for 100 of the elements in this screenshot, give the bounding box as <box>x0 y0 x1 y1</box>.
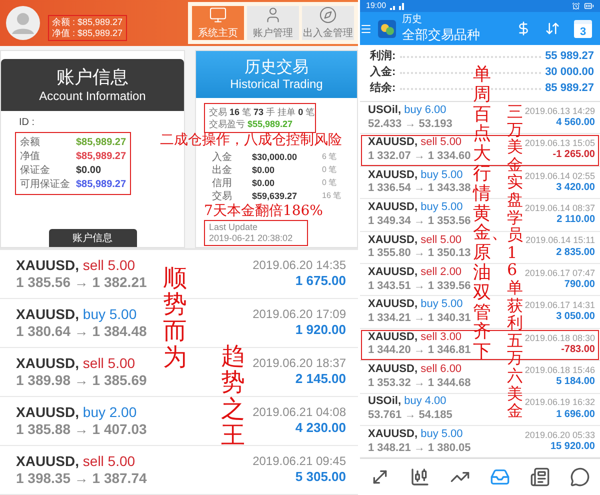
trade-prices: 1 334.21 → 1 340.31 <box>368 312 471 326</box>
trade-prices: 1 355.80 → 1 350.13 <box>368 247 471 261</box>
trade-prices: 1 398.35 → 1 387.74 <box>16 470 147 488</box>
trade-order: XAUUSD, sell 5.00 <box>16 452 136 470</box>
monitor-icon <box>209 6 227 24</box>
trade-prices: 1 389.98 → 1 385.69 <box>16 372 147 390</box>
trade-prices: 1 348.21 → 1 380.05 <box>368 442 471 456</box>
field-label: 保证金 <box>20 164 51 177</box>
trade-time: 2019.06.20 17:09 <box>252 307 346 322</box>
annotation-text: 7天本金翻倍186% <box>204 203 324 220</box>
trade-time: 2019.06.18 15:46 <box>524 364 595 376</box>
app-subtitle: 全部交易品种 <box>402 26 480 43</box>
account-info-button[interactable]: 账户信息 <box>48 229 136 247</box>
summary-value: 30 000.00 <box>545 66 594 80</box>
trade-order: XAUUSD, sell 2.00 <box>368 266 462 280</box>
avatar-icon <box>6 6 40 40</box>
trade-profit: 5 305.00 <box>295 469 346 486</box>
trade-profit: 1 696.00 <box>556 408 595 422</box>
trade-profit: 2 145.00 <box>295 371 346 388</box>
count-text: 0 笔 <box>322 164 338 176</box>
calendar-button[interactable]: 3 <box>574 20 592 38</box>
trade-profit: 4 560.00 <box>556 117 595 130</box>
trade-order: XAUUSD, buy 5.00 <box>368 298 463 312</box>
trade-profit: 2 835.00 <box>556 246 595 260</box>
user-icon <box>264 6 282 24</box>
trade-order: XAUUSD, sell 6.00 <box>368 363 462 377</box>
field-label: 入金 <box>212 151 233 164</box>
trade-time: 2019.06.21 09:45 <box>252 454 346 470</box>
annotation-text: 二成仓操作，八成仓控制风险 <box>160 132 342 149</box>
summary-value: 55 989.27 <box>545 50 594 64</box>
summary-value: 85 989.27 <box>545 82 594 96</box>
panel-subtitle: Account Information <box>39 88 146 103</box>
field-label: 信用 <box>212 177 233 190</box>
field-label: 余额 <box>20 136 41 149</box>
trade-time: 2019.06.14 08:37 <box>524 202 595 214</box>
trade-profit: 3 420.00 <box>556 182 595 194</box>
trade-time: 2019.06.20 14:35 <box>252 258 346 274</box>
trade-prices: 1 336.54 → 1 343.38 <box>368 182 471 196</box>
field-value: $0.00 <box>252 164 276 177</box>
nav-tile[interactable]: 出入金管理 <box>302 6 354 40</box>
field-value: $30,000.00 <box>252 151 298 164</box>
trade-time: 2019.06.13 14:29 <box>524 106 595 118</box>
trade-profit: 790.00 <box>564 279 595 292</box>
signal-icon <box>390 2 406 10</box>
trade-time: 2019.06.19 16:32 <box>524 397 595 409</box>
battery-icon <box>584 1 594 11</box>
update-time: 2019-06-21 20:38:02 <box>209 232 294 244</box>
annotation-text: 顺势而为 <box>162 263 188 374</box>
trade-prices: 1 385.88 → 1 407.03 <box>16 421 147 438</box>
count-text: 0 笔 <box>322 177 338 189</box>
nav-tile[interactable]: 账户管理 <box>247 6 299 40</box>
trade-prices: 1 344.20 → 1 346.81 <box>368 344 471 358</box>
menu-icon[interactable] <box>360 22 372 34</box>
panel-subtitle: Historical Trading <box>230 76 323 92</box>
trade-time: 2019.06.20 05:33 <box>524 430 595 441</box>
trade-profit: -783.00 <box>561 344 595 356</box>
count-text: 16 笔 <box>322 190 342 202</box>
field-value: $0.00 <box>252 177 276 190</box>
trade-prices: 1 343.51 → 1 339.56 <box>368 280 471 294</box>
summary-label: 结余: <box>370 82 396 96</box>
trade-profit: -1 265.00 <box>552 149 595 162</box>
trade-time: 2019.06.20 18:37 <box>252 356 346 372</box>
trade-order: XAUUSD, sell 5.00 <box>368 136 462 150</box>
summary-label: 入金: <box>370 66 396 80</box>
trade-order: XAUUSD, buy 5.00 <box>368 201 463 215</box>
trade-time: 2019.06.17 07:47 <box>524 268 595 280</box>
count-text: 6 笔 <box>322 151 338 163</box>
trade-order: XAUUSD, buy 5.00 <box>368 168 463 182</box>
field-label: 交易 <box>212 190 233 203</box>
annotation-text: 趋势之王 <box>220 341 246 452</box>
id-label: ID : <box>18 116 36 130</box>
trade-prices: 1 349.34 → 1 353.56 <box>368 214 471 229</box>
status-time: 19:00 <box>366 1 386 11</box>
trade-prices: 53.761 → 54.185 <box>368 409 452 423</box>
trade-profit: 1 675.00 <box>295 273 346 290</box>
trade-prices: 1 385.56 → 1 382.21 <box>16 274 147 292</box>
field-label: 出金 <box>212 164 233 177</box>
app-logo-icon <box>378 20 396 38</box>
app-title: 历史 <box>402 14 422 27</box>
sort-icon[interactable] <box>545 21 560 36</box>
dollar-icon[interactable] <box>516 21 531 36</box>
trade-profit: 1 920.00 <box>295 322 346 339</box>
trade-profit: 4 230.00 <box>295 420 346 437</box>
trade-order: XAUUSD, buy 5.00 <box>16 306 137 323</box>
summary-label: 利润: <box>370 50 396 64</box>
trade-order: XAUUSD, sell 5.00 <box>16 354 136 372</box>
field-value: $0.00 <box>76 164 102 177</box>
trade-time: 2019.06.21 04:08 <box>252 405 346 420</box>
compass-icon <box>319 6 337 24</box>
nav-tile[interactable]: 系统主页 <box>192 6 244 40</box>
trade-time: 2019.06.14 02:55 <box>524 170 595 182</box>
trade-prices: 1 353.32 → 1 344.68 <box>368 376 471 391</box>
trade-time: 2019.06.18 08:30 <box>524 332 595 344</box>
update-label: Last Update <box>209 222 259 233</box>
trade-order: XAUUSD, sell 3.00 <box>368 330 462 344</box>
field-label: 可用保证金 <box>20 178 70 191</box>
trade-order: XAUUSD, buy 5.00 <box>368 428 463 442</box>
trade-order: XAUUSD, sell 5.00 <box>368 234 462 248</box>
trade-profit: 2 110.00 <box>556 214 595 227</box>
panel-title: 账户信息 <box>56 67 128 89</box>
